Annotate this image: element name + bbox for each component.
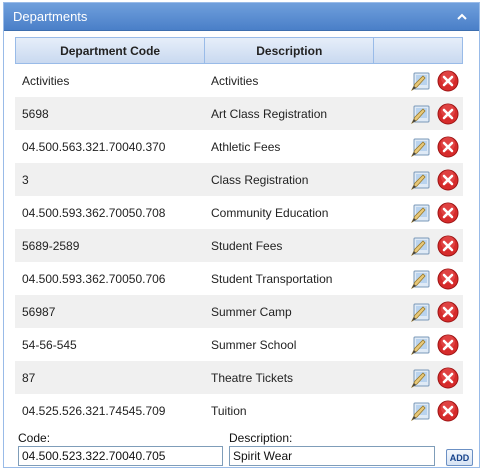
- add-department-form: Code: Description: ADD: [18, 431, 473, 467]
- department-code-cell: 5689-2589: [22, 238, 80, 253]
- delete-icon[interactable]: [436, 234, 460, 258]
- edit-icon[interactable]: [409, 300, 433, 324]
- panel-header: Departments: [4, 3, 479, 31]
- chevron-up-icon[interactable]: [455, 9, 469, 23]
- edit-icon[interactable]: [409, 267, 433, 291]
- row-actions: [375, 366, 463, 390]
- description-cell: Tuition: [211, 403, 247, 418]
- description-cell: Theatre Tickets: [211, 370, 294, 385]
- code-input[interactable]: [18, 446, 223, 466]
- row-actions: [375, 333, 463, 357]
- description-cell: Athletic Fees: [211, 139, 281, 154]
- department-code-cell: Activities: [22, 73, 70, 88]
- department-code-cell: 04.525.526.321.74545.709: [22, 403, 166, 418]
- description-cell: Art Class Registration: [211, 106, 328, 121]
- department-code-cell: 04.500.563.321.70040.370: [22, 139, 166, 154]
- table-row[interactable]: 04.500.563.321.70040.370 Athletic Fees: [15, 130, 463, 163]
- row-actions: [375, 267, 463, 291]
- description-cell: Student Fees: [211, 238, 283, 253]
- description-cell: Community Education: [211, 205, 329, 220]
- table-row[interactable]: 5689-2589 Student Fees: [15, 229, 463, 262]
- edit-icon[interactable]: [409, 135, 433, 159]
- description-cell: Activities: [211, 73, 259, 88]
- department-code-cell: 3: [22, 172, 29, 187]
- column-header-description[interactable]: Description: [205, 38, 375, 63]
- edit-icon[interactable]: [409, 234, 433, 258]
- row-actions: [375, 399, 463, 423]
- department-code-cell: 54-56-545: [22, 337, 77, 352]
- row-actions: [375, 102, 463, 126]
- delete-icon[interactable]: [436, 201, 460, 225]
- department-code-cell: 5698: [22, 106, 49, 121]
- delete-icon[interactable]: [436, 69, 460, 93]
- delete-icon[interactable]: [436, 267, 460, 291]
- table-row[interactable]: 54-56-545 Summer School: [15, 328, 463, 361]
- panel-title: Departments: [13, 9, 88, 24]
- row-actions: [375, 300, 463, 324]
- table-row[interactable]: 56987 Summer Camp: [15, 295, 463, 328]
- description-label: Description:: [229, 431, 293, 445]
- grid-body: Activities Activities 5698 Art Class Regist…: [15, 64, 463, 427]
- description-cell: Class Registration: [211, 172, 309, 187]
- edit-icon[interactable]: [409, 333, 433, 357]
- department-code-cell: 56987: [22, 304, 56, 319]
- edit-icon[interactable]: [409, 366, 433, 390]
- delete-icon[interactable]: [436, 102, 460, 126]
- row-actions: [375, 168, 463, 192]
- description-cell: Student Transportation: [211, 271, 333, 286]
- delete-icon[interactable]: [436, 399, 460, 423]
- edit-icon[interactable]: [409, 102, 433, 126]
- description-cell: Summer School: [211, 337, 297, 352]
- column-header-code[interactable]: Department Code: [16, 38, 206, 63]
- column-header-actions: [374, 38, 462, 63]
- department-code-cell: 04.500.593.362.70050.708: [22, 205, 166, 220]
- table-row[interactable]: 3 Class Registration: [15, 163, 463, 196]
- row-actions: [375, 135, 463, 159]
- add-button[interactable]: ADD: [446, 449, 473, 466]
- description-input[interactable]: [229, 446, 435, 466]
- edit-icon[interactable]: [409, 168, 433, 192]
- table-row[interactable]: 04.525.526.321.74545.709 Tuition: [15, 394, 463, 427]
- department-code-cell: 04.500.593.362.70050.706: [22, 271, 166, 286]
- table-row[interactable]: 04.500.593.362.70050.706 Student Transpor…: [15, 262, 463, 295]
- row-actions: [375, 69, 463, 93]
- table-row[interactable]: 5698 Art Class Registration: [15, 97, 463, 130]
- description-cell: Summer Camp: [211, 304, 292, 319]
- delete-icon[interactable]: [436, 135, 460, 159]
- departments-panel: Departments Department Code Description …: [3, 2, 480, 468]
- departments-grid: Department Code Description Activities Ac…: [15, 37, 463, 427]
- delete-icon[interactable]: [436, 366, 460, 390]
- delete-icon[interactable]: [436, 333, 460, 357]
- department-code-cell: 87: [22, 370, 36, 385]
- grid-header: Department Code Description: [15, 37, 463, 64]
- code-label: Code:: [18, 431, 51, 445]
- row-actions: [375, 234, 463, 258]
- table-row[interactable]: 04.500.593.362.70050.708 Community Educat…: [15, 196, 463, 229]
- table-row[interactable]: Activities Activities: [15, 64, 463, 97]
- edit-icon[interactable]: [409, 69, 433, 93]
- edit-icon[interactable]: [409, 399, 433, 423]
- table-row[interactable]: 87 Theatre Tickets: [15, 361, 463, 394]
- delete-icon[interactable]: [436, 168, 460, 192]
- delete-icon[interactable]: [436, 300, 460, 324]
- edit-icon[interactable]: [409, 201, 433, 225]
- row-actions: [375, 201, 463, 225]
